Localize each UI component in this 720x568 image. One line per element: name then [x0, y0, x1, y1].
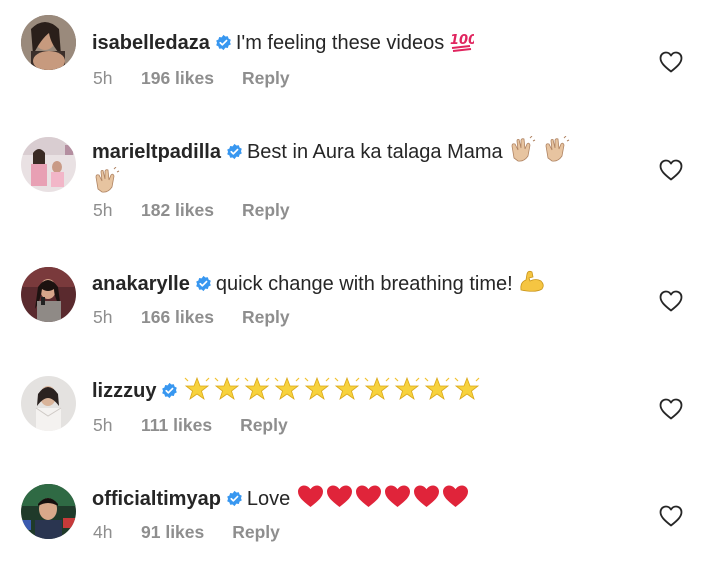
comment-username[interactable]: isabelledaza — [92, 32, 210, 54]
avatar[interactable] — [21, 137, 76, 192]
verified-badge-icon — [196, 275, 211, 292]
comment-meta: 4h 91 likes Reply — [93, 522, 280, 542]
glowing-star-icon — [275, 376, 300, 401]
red-heart-icon — [413, 485, 439, 507]
like-heart-icon[interactable] — [659, 290, 683, 312]
verified-badge-icon — [227, 490, 242, 507]
comment-meta: 5h 182 likes Reply — [93, 200, 290, 220]
red-hearts-row — [296, 485, 470, 510]
glowing-stars-row — [182, 376, 482, 402]
avatar-image — [21, 267, 76, 322]
comment-text: Best in Aura ka talaga Mama — [246, 141, 503, 163]
reply-button[interactable]: Reply — [242, 200, 290, 220]
comment-text-line: lizzzuy — [92, 375, 632, 406]
comment-likes[interactable]: 166 likes — [141, 307, 214, 327]
flexed-biceps-icon — [520, 270, 544, 292]
comment-username[interactable]: marieltpadilla — [92, 141, 221, 163]
comment-username[interactable]: lizzzuy — [92, 380, 156, 402]
glowing-star-icon — [305, 376, 330, 401]
avatar[interactable] — [21, 484, 76, 539]
red-heart-icon — [442, 485, 468, 507]
comment-meta: 5h 166 likes Reply — [93, 307, 290, 327]
comment-text-line: marieltpadilla Best in Aura ka talaga Mam… — [92, 136, 632, 198]
like-heart-icon[interactable] — [659, 159, 683, 181]
glowing-star-icon — [185, 376, 210, 401]
red-heart-icon — [297, 485, 323, 507]
comment-text-line: isabelledaza I'm feeling these videos 100 — [92, 29, 632, 58]
like-heart-icon[interactable] — [659, 51, 683, 73]
like-heart-icon[interactable] — [659, 398, 683, 420]
clapping-hands-icon — [511, 136, 536, 162]
comment-meta: 5h 111 likes Reply — [93, 415, 288, 435]
clapping-hands-icon — [95, 167, 120, 193]
svg-text:100: 100 — [450, 33, 474, 48]
comment-meta: 5h 196 likes Reply — [93, 68, 290, 88]
glowing-star-icon — [215, 376, 240, 401]
comment-time: 5h — [93, 415, 113, 435]
reply-button[interactable]: Reply — [232, 522, 280, 542]
comment-time: 5h — [93, 68, 113, 88]
comment-likes[interactable]: 182 likes — [141, 200, 214, 220]
glowing-star-icon — [245, 376, 270, 401]
comment-username[interactable]: officialtimyap — [92, 488, 221, 510]
avatar[interactable] — [21, 267, 76, 322]
comment-time: 5h — [93, 200, 113, 220]
red-heart-icon — [384, 485, 410, 507]
hundred-points-icon: 100 — [450, 33, 474, 52]
comment-text-line: officialtimyap Love — [92, 483, 632, 514]
red-heart-icon — [326, 485, 352, 507]
avatar-image — [21, 376, 76, 431]
clapping-hands-icon — [545, 136, 569, 162]
comment-likes[interactable]: 91 likes — [141, 522, 204, 542]
avatar[interactable] — [21, 15, 76, 70]
verified-badge-icon — [216, 34, 231, 51]
comment-text: quick change with breathing time! — [215, 273, 513, 295]
glowing-star-icon — [455, 376, 480, 401]
avatar-image — [21, 15, 76, 70]
comment-username[interactable]: anakarylle — [92, 273, 190, 295]
glowing-star-icon — [335, 376, 360, 401]
comment-likes[interactable]: 196 likes — [141, 68, 214, 88]
glowing-star-icon — [365, 376, 390, 401]
like-heart-icon[interactable] — [659, 505, 683, 527]
reply-button[interactable]: Reply — [242, 307, 290, 327]
avatar-image — [21, 484, 76, 539]
comment-text: Love — [246, 488, 291, 510]
glowing-star-icon — [425, 376, 450, 401]
reply-button[interactable]: Reply — [242, 68, 290, 88]
comment-text: I'm feeling these videos — [235, 32, 445, 54]
avatar[interactable] — [21, 376, 76, 431]
reply-button[interactable]: Reply — [240, 415, 288, 435]
comment-likes[interactable]: 111 likes — [141, 415, 212, 435]
glowing-star-icon — [395, 376, 420, 401]
verified-badge-icon — [162, 382, 178, 399]
avatar-image — [21, 137, 76, 192]
verified-badge-icon — [227, 143, 242, 160]
comment-time: 4h — [93, 522, 113, 542]
red-heart-icon — [355, 485, 381, 507]
comment-text-line: anakarylle quick change with breathing ti… — [92, 268, 632, 299]
comment-time: 5h — [93, 307, 113, 327]
